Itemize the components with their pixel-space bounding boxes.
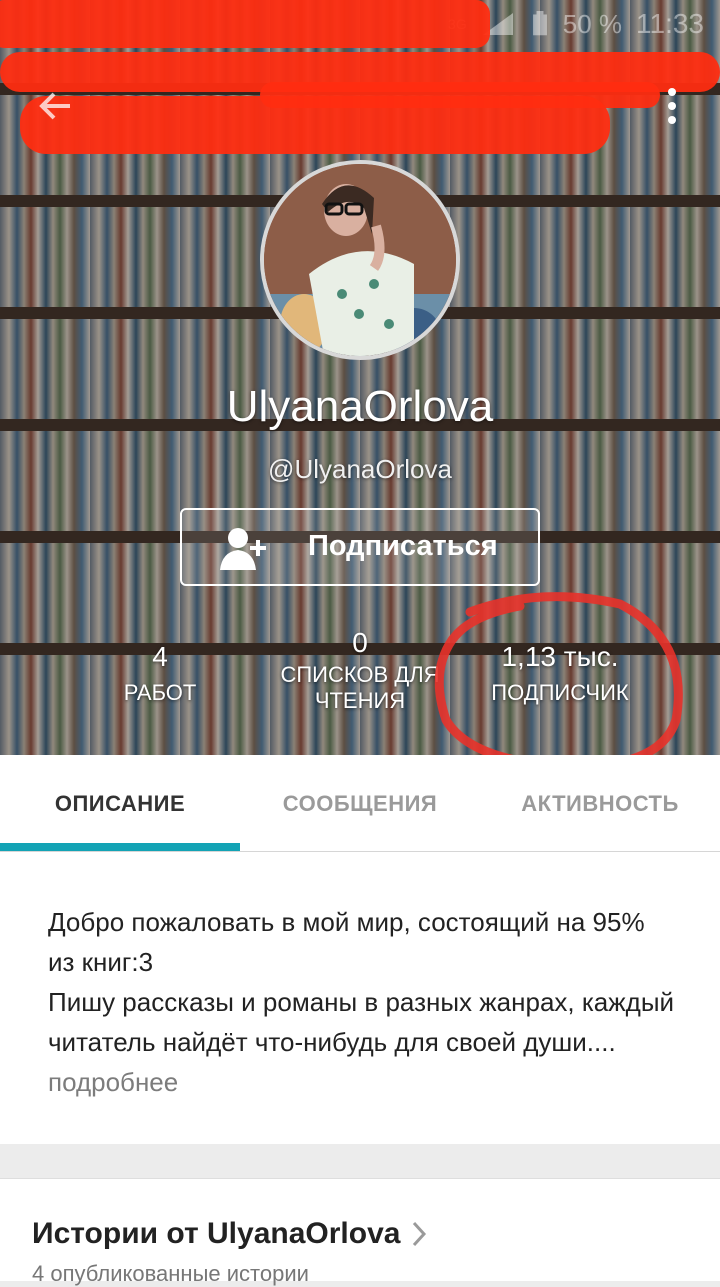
read-more-link[interactable]: подробнее <box>48 1067 178 1097</box>
stat-works[interactable]: 4 РАБОТ <box>90 640 230 706</box>
redaction-mark <box>0 0 490 48</box>
stat-label: СПИСКОВ ДЛЯ ЧТЕНИЯ <box>280 662 440 713</box>
stat-reading-lists[interactable]: 0 СПИСКОВ ДЛЯ ЧТЕНИЯ <box>260 626 460 714</box>
redaction-mark <box>20 96 610 154</box>
stories-section[interactable]: Истории от UlyanaOrlova 4 опубликованные… <box>0 1178 720 1286</box>
profile-tabs: ОПИСАНИЕ СООБЩЕНИЯ АКТИВНОСТЬ <box>0 755 720 852</box>
stat-label: РАБОТ <box>123 680 197 705</box>
follow-button[interactable]: Подписаться <box>180 508 540 586</box>
clock: 11:33 <box>636 8 704 39</box>
active-tab-indicator <box>0 843 240 851</box>
description-body: Добро пожаловать в мой мир, состоящий на… <box>48 907 675 1057</box>
description-text: Добро пожаловать в мой мир, состоящий на… <box>48 902 678 1102</box>
username: @UlyanaOrlova <box>268 454 452 484</box>
tab-activity[interactable]: АКТИВНОСТЬ <box>480 755 720 851</box>
stat-label: ПОДПИСЧИК <box>491 680 629 705</box>
battery-level: 50 % <box>562 8 622 39</box>
follow-button-label: Подписаться <box>308 530 498 562</box>
overflow-menu-icon[interactable] <box>662 86 682 126</box>
back-arrow-icon[interactable] <box>36 86 76 126</box>
description-card: Добро пожаловать в мой мир, состоящий на… <box>0 852 720 1144</box>
avatar-portrait <box>264 164 456 356</box>
avatar[interactable] <box>260 160 460 360</box>
stat-followers[interactable]: 1,13 тыс. ПОДПИСЧИК <box>470 640 650 706</box>
stories-count: 4 опубликованные истории <box>32 1261 309 1286</box>
stat-value: 1,13 тыс. <box>501 641 619 672</box>
stat-value: 4 <box>152 641 168 672</box>
tab-description[interactable]: ОПИСАНИЕ <box>0 755 240 851</box>
display-name: UlyanaOrlova <box>226 382 494 431</box>
stat-value: 0 <box>352 627 368 658</box>
chevron-right-icon <box>412 1221 427 1247</box>
tab-messages[interactable]: СООБЩЕНИЯ <box>240 755 480 851</box>
add-user-icon <box>220 528 266 570</box>
profile-header: 3G 50 % 11:33 UlyanaOrlo <box>0 0 720 755</box>
stories-title: Истории от UlyanaOrlova <box>32 1217 401 1250</box>
battery-icon <box>532 11 547 36</box>
